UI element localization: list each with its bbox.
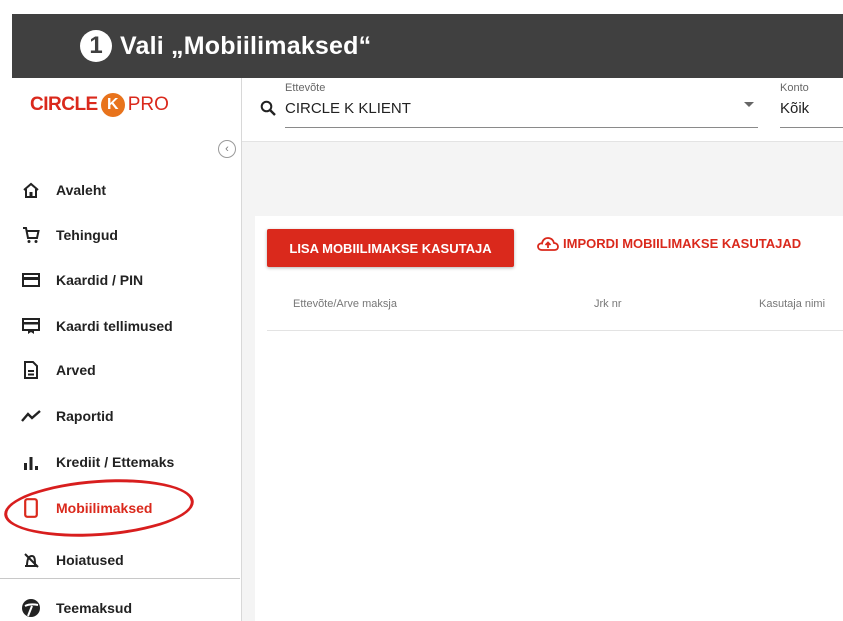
main-content: LISA MOBIILIMAKSE KASUTAJA IMPORDI MOBII… (242, 142, 843, 621)
sidebar-item-hoiatused[interactable]: Hoiatused (0, 540, 240, 580)
sidebar-item-tehingud[interactable]: Tehingud (0, 215, 240, 255)
page: 1 Vali „Mobiilimaksed“ CIRCLE K PRO ‹ Av… (0, 0, 843, 621)
sidebar-item-label: Tehingud (56, 227, 118, 243)
road-icon (20, 597, 42, 619)
column-header-user-name[interactable]: Kasutaja nimi (759, 298, 825, 310)
logo-circle-text: CIRCLE (30, 94, 98, 115)
sidebar-item-label: Kaardid / PIN (56, 272, 144, 288)
table-header-divider (267, 330, 843, 331)
step-number: 1 (80, 30, 112, 62)
sidebar-item-label: Krediit / Ettemaks (56, 454, 175, 470)
column-header-order-number[interactable]: Jrk nr (594, 298, 622, 310)
import-mobile-payment-users-button[interactable]: IMPORDI MOBIILIMAKSE KASUTAJAD (537, 236, 801, 251)
sidebar-item-krediit[interactable]: Krediit / Ettemaks (0, 442, 240, 482)
logo-k-badge: K (100, 93, 125, 117)
account-value: Kõik (780, 100, 810, 117)
highlight-ellipse (2, 473, 196, 543)
column-header-company[interactable]: Ettevõte/Arve maksja (293, 298, 397, 310)
company-value: CIRCLE K KLIENT (285, 100, 411, 117)
step-instruction: Vali „Mobiilimaksed“ (120, 31, 372, 60)
invoice-icon (20, 359, 42, 381)
circle-k-pro-logo[interactable]: CIRCLE K PRO (30, 93, 169, 117)
company-label: Ettevõte (285, 82, 326, 94)
mobile-payments-card: LISA MOBIILIMAKSE KASUTAJA IMPORDI MOBII… (255, 216, 843, 621)
sidebar-item-arved[interactable]: Arved (0, 350, 240, 390)
sidebar-item-label: Hoiatused (56, 552, 124, 568)
alarm-icon (20, 549, 42, 571)
sidebar-item-label: Kaardi tellimused (56, 318, 173, 334)
sidebar: CIRCLE K PRO ‹ Avaleht Tehingud Kaardid … (0, 78, 242, 621)
filter-bar: Ettevõte CIRCLE K KLIENT Konto Kõik (242, 78, 843, 142)
sidebar-item-avaleht[interactable]: Avaleht (0, 170, 240, 210)
bar-chart-icon (20, 451, 42, 473)
cart-icon (20, 224, 42, 246)
sidebar-divider (0, 578, 240, 579)
sidebar-item-label: Arved (56, 362, 96, 378)
sidebar-item-raportid[interactable]: Raportid (0, 396, 240, 436)
home-icon (20, 179, 42, 201)
cloud-upload-icon (537, 236, 559, 251)
account-label: Konto (780, 82, 809, 94)
logo-pro-text: PRO (127, 94, 169, 115)
company-select[interactable]: Ettevõte CIRCLE K KLIENT (285, 82, 758, 128)
import-button-label: IMPORDI MOBIILIMAKSE KASUTAJAD (563, 236, 802, 251)
step-banner: 1 Vali „Mobiilimaksed“ (12, 14, 843, 78)
sidebar-item-teemaksud[interactable]: Teemaksud (0, 588, 240, 621)
card-order-icon (20, 315, 42, 337)
chevron-down-icon[interactable] (744, 102, 754, 107)
sidebar-item-label: Avaleht (56, 182, 107, 198)
sidebar-item-label: Raportid (56, 408, 114, 424)
sidebar-item-label: Teemaksud (56, 600, 132, 616)
search-icon[interactable] (260, 100, 276, 121)
card-icon (20, 269, 42, 291)
collapse-sidebar-button[interactable]: ‹ (218, 140, 236, 158)
sidebar-item-kaardid[interactable]: Kaardid / PIN (0, 260, 240, 300)
account-select[interactable]: Konto Kõik (780, 82, 843, 128)
trend-icon (20, 405, 42, 427)
add-mobile-payment-user-button[interactable]: LISA MOBIILIMAKSE KASUTAJA (267, 229, 514, 267)
sidebar-item-kaardi-tellimused[interactable]: Kaardi tellimused (0, 306, 240, 346)
